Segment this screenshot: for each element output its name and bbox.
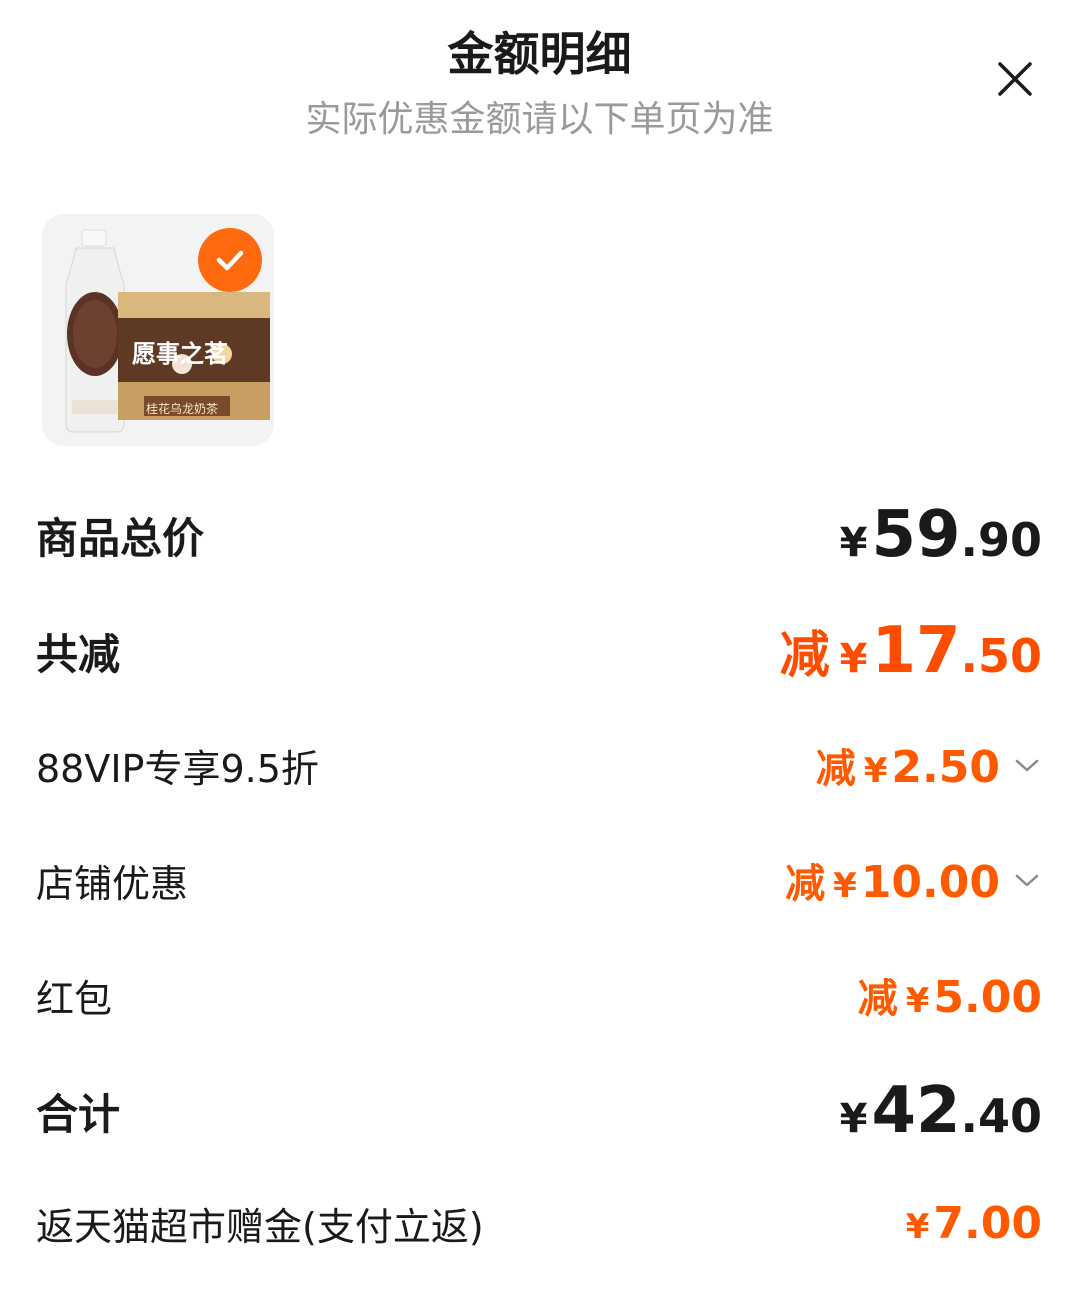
chevron-down-icon[interactable] xyxy=(1012,750,1042,780)
vip-discount-amount: 减 ¥ 2 .50 xyxy=(815,742,1000,793)
cashback-label: 返天猫超市赠金(支付立返) xyxy=(36,1204,484,1249)
total-discount-amount: 减 ¥ 17 .50 xyxy=(779,614,1042,688)
product-brand-text: 愿事之茗 xyxy=(132,340,228,368)
close-button[interactable] xyxy=(992,56,1038,102)
red-packet-label: 红包 xyxy=(36,976,113,1021)
vip-discount-label: 88VIP专享9.5折 xyxy=(36,746,319,791)
total-price-amount: ¥ 59 .90 xyxy=(839,498,1042,572)
page-title: 金额明细 xyxy=(447,27,632,81)
product-flavor-text: 桂花乌龙奶茶 xyxy=(146,402,219,416)
red-packet-amount: 减 ¥ 5 .00 xyxy=(857,972,1042,1023)
checkmark-icon xyxy=(216,250,244,271)
shop-discount-amount: 减 ¥ 10 .00 xyxy=(785,857,1000,908)
shop-discount-label: 店铺优惠 xyxy=(36,861,189,906)
row-total-price: 商品总价 ¥ 59 .90 xyxy=(36,498,1042,572)
page-subtitle: 实际优惠金额请以下单页为准 xyxy=(305,99,774,140)
chevron-down-icon[interactable] xyxy=(1012,865,1042,895)
sum-total-amount: ¥ 42 .40 xyxy=(839,1074,1042,1148)
row-red-packet: 红包 减 ¥ 5 .00 xyxy=(36,960,1042,1030)
close-icon xyxy=(998,62,1032,96)
cashback-amount: ¥ 7 .00 xyxy=(905,1197,1042,1249)
row-cashback: 返天猫超市赠金(支付立返) ¥ 7 .00 xyxy=(36,1188,1042,1258)
row-total-discount: 共减 减 ¥ 17 .50 xyxy=(36,614,1042,688)
row-shop-discount[interactable]: 店铺优惠 减 ¥ 10 .00 xyxy=(36,845,1042,915)
amount-detail-sheet: 金额明细 实际优惠金额请以下单页为准 愿事之茗 桂花乌龙奶茶 商品总价 ¥ 59… xyxy=(0,0,1079,1297)
row-vip-discount[interactable]: 88VIP专享9.5折 减 ¥ 2 .50 xyxy=(36,730,1042,800)
sum-total-label: 合计 xyxy=(36,1089,121,1139)
total-price-label: 商品总价 xyxy=(36,513,205,563)
row-sum-total: 合计 ¥ 42 .40 xyxy=(36,1074,1042,1148)
selected-check-badge xyxy=(198,228,262,292)
total-discount-label: 共减 xyxy=(36,629,121,679)
